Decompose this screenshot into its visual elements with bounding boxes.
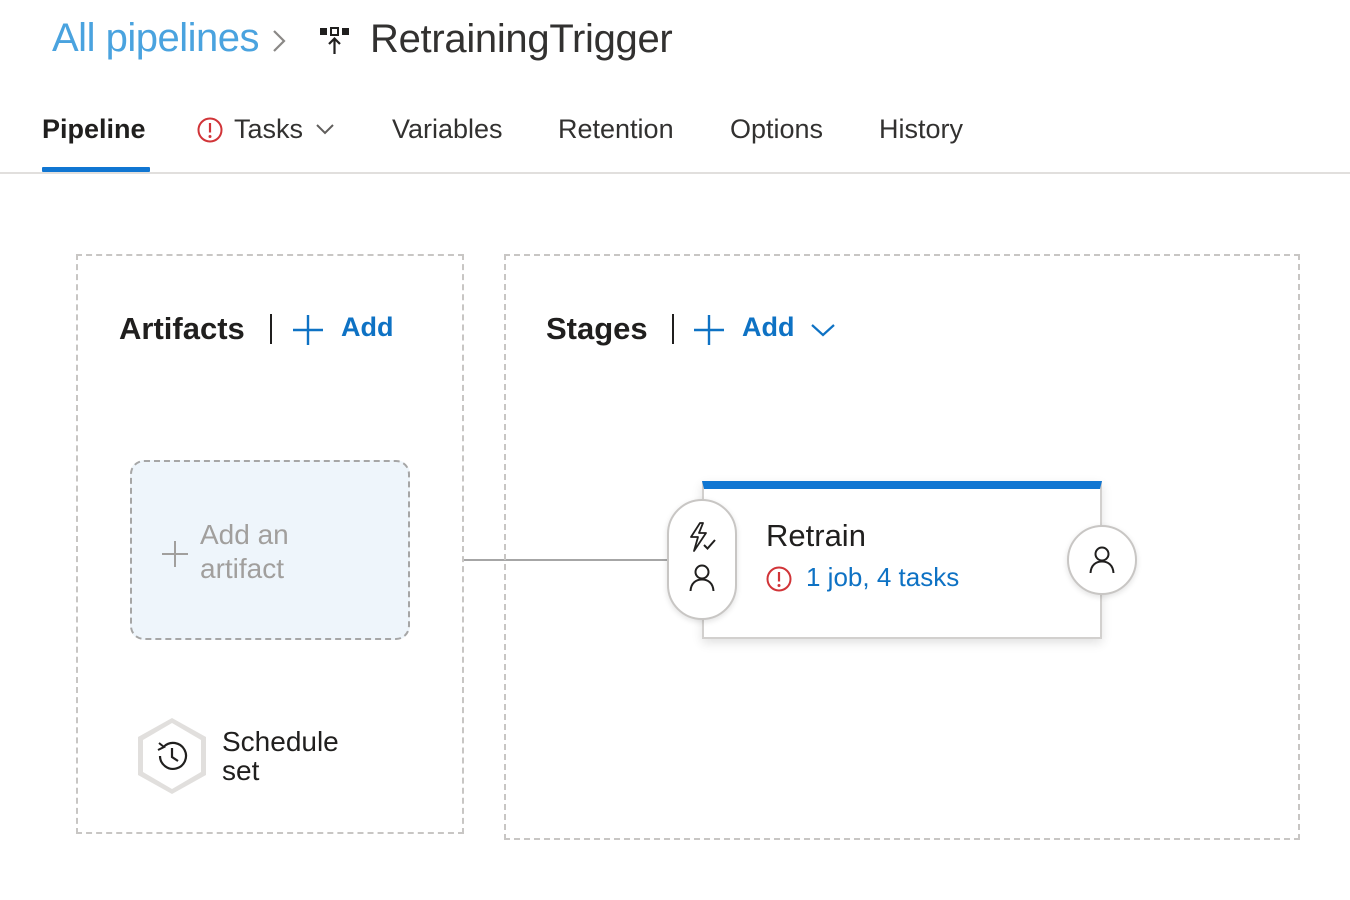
- plus-icon: [160, 539, 190, 569]
- plus-icon: [290, 312, 326, 348]
- schedule-line2: set: [222, 755, 260, 786]
- plus-icon: [691, 312, 727, 348]
- schedule-label: Schedule set: [222, 727, 402, 785]
- add-artifact-line2: artifact: [200, 553, 285, 584]
- chevron-down-icon: [811, 322, 835, 338]
- stage-card-retrain[interactable]: [702, 481, 1102, 639]
- error-icon: [196, 116, 224, 144]
- pre-deployment-conditions-button[interactable]: [667, 499, 737, 620]
- stage-tasks-link[interactable]: 1 job, 4 tasks: [806, 562, 959, 593]
- schedule-trigger-button[interactable]: [134, 716, 210, 796]
- tab-label: Retention: [558, 114, 674, 144]
- artifacts-heading: Artifacts: [119, 311, 245, 346]
- tab-label: Tasks: [234, 114, 304, 144]
- trigger-lightning-icon: [687, 521, 717, 553]
- heading-divider: [270, 314, 272, 344]
- release-pipeline-icon: [318, 26, 352, 56]
- tab-retention[interactable]: Retention: [558, 114, 674, 145]
- add-label: Add: [341, 312, 394, 342]
- add-artifact-label: Add an artifact: [200, 518, 380, 586]
- add-label: Add: [742, 312, 795, 342]
- schedule-line1: Schedule: [222, 726, 339, 757]
- stages-heading: Stages: [546, 311, 648, 346]
- tab-history[interactable]: History: [879, 114, 963, 145]
- approver-person-icon: [1088, 545, 1116, 575]
- tab-label: Pipeline: [42, 114, 146, 144]
- tab-label: Variables: [392, 114, 503, 144]
- tab-options[interactable]: Options: [730, 114, 823, 145]
- tabs-divider: [0, 172, 1350, 174]
- add-stage-button[interactable]: Add: [691, 310, 841, 350]
- tab-variables[interactable]: Variables: [392, 114, 503, 145]
- heading-divider: [672, 314, 674, 344]
- tab-pipeline[interactable]: Pipeline: [42, 114, 146, 145]
- tab-label: Options: [730, 114, 824, 144]
- error-icon: [765, 565, 793, 593]
- add-artifact-button[interactable]: Add: [290, 310, 410, 350]
- add-artifact-line1: Add an: [200, 519, 289, 550]
- chevron-right-icon: [268, 26, 290, 56]
- stage-name: Retrain: [766, 518, 866, 553]
- chevron-down-icon: [316, 122, 334, 136]
- tab-label: History: [879, 114, 964, 144]
- page-title: RetrainingTrigger: [370, 17, 673, 61]
- breadcrumb-all-pipelines-link[interactable]: All pipelines: [52, 16, 259, 61]
- approver-person-icon: [688, 563, 716, 593]
